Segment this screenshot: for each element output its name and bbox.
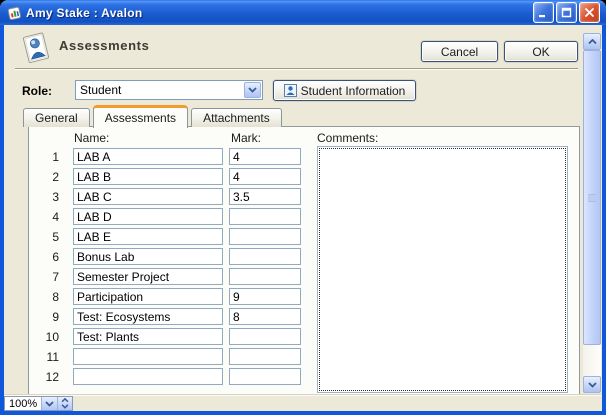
mark-input[interactable] bbox=[229, 328, 301, 345]
mark-input[interactable] bbox=[229, 228, 301, 245]
mark-input[interactable] bbox=[229, 248, 301, 265]
scroll-down-icon[interactable] bbox=[583, 376, 601, 393]
row-number: 8 bbox=[29, 290, 65, 304]
mark-input[interactable] bbox=[229, 308, 301, 325]
application-window: Amy Stake : Avalon bbox=[0, 0, 606, 415]
name-column-header: Name: bbox=[74, 131, 109, 145]
chevron-down-icon[interactable] bbox=[244, 82, 261, 98]
scroll-up-icon[interactable] bbox=[583, 33, 601, 50]
status-bar: 100% bbox=[4, 394, 602, 411]
row-number: 5 bbox=[29, 230, 65, 244]
table-row: 2 bbox=[29, 168, 301, 185]
mark-input[interactable] bbox=[229, 288, 301, 305]
row-number: 9 bbox=[29, 310, 65, 324]
title-bar[interactable]: Amy Stake : Avalon bbox=[0, 0, 606, 25]
role-select[interactable]: Student bbox=[75, 80, 263, 100]
window-title: Amy Stake : Avalon bbox=[26, 6, 143, 20]
cancel-button[interactable]: Cancel bbox=[421, 41, 498, 62]
name-input[interactable] bbox=[73, 308, 223, 325]
mark-input[interactable] bbox=[229, 148, 301, 165]
comments-input[interactable] bbox=[319, 148, 566, 391]
tab-attachments[interactable]: Attachments bbox=[191, 108, 282, 127]
zoom-stepper[interactable] bbox=[57, 397, 72, 410]
name-input[interactable] bbox=[73, 368, 223, 385]
table-row: 6 bbox=[29, 248, 301, 265]
row-number: 11 bbox=[29, 350, 65, 364]
comments-box bbox=[317, 146, 568, 393]
table-row: 1 bbox=[29, 148, 301, 165]
ok-button[interactable]: OK bbox=[504, 41, 578, 62]
vertical-scrollbar[interactable] bbox=[583, 33, 601, 393]
mark-input[interactable] bbox=[229, 348, 301, 365]
role-selected-value: Student bbox=[76, 83, 243, 97]
row-number: 1 bbox=[29, 150, 65, 164]
mark-input[interactable] bbox=[229, 368, 301, 385]
mark-column-header: Mark: bbox=[231, 131, 261, 145]
assessments-tab-panel: Name: Mark: Comments: 1 2 3 4 5 6 7 bbox=[28, 126, 580, 398]
scrollbar-thumb[interactable] bbox=[583, 50, 601, 345]
name-input[interactable] bbox=[73, 188, 223, 205]
row-number: 10 bbox=[29, 330, 65, 344]
zoom-widget: 100% bbox=[4, 396, 73, 411]
name-input[interactable] bbox=[73, 268, 223, 285]
tab-general[interactable]: General bbox=[23, 108, 90, 127]
row-number: 3 bbox=[29, 190, 65, 204]
comments-label: Comments: bbox=[317, 131, 378, 145]
name-input[interactable] bbox=[73, 288, 223, 305]
assessment-rows: 1 2 3 4 5 6 7 8 9 bbox=[29, 148, 301, 388]
table-row: 7 bbox=[29, 268, 301, 285]
table-row: 5 bbox=[29, 228, 301, 245]
name-input[interactable] bbox=[73, 148, 223, 165]
row-number: 2 bbox=[29, 170, 65, 184]
person-icon bbox=[284, 84, 297, 97]
header-divider bbox=[15, 68, 578, 70]
mark-input[interactable] bbox=[229, 268, 301, 285]
table-row: 12 bbox=[29, 368, 301, 385]
table-row: 4 bbox=[29, 208, 301, 225]
page-title: Assessments bbox=[59, 38, 149, 53]
mark-input[interactable] bbox=[229, 208, 301, 225]
zoom-level: 100% bbox=[5, 397, 41, 410]
app-icon bbox=[6, 5, 22, 21]
role-label: Role: bbox=[22, 84, 52, 98]
student-information-button[interactable]: Student Information bbox=[273, 80, 416, 101]
mark-input[interactable] bbox=[229, 188, 301, 205]
assessments-card-icon bbox=[18, 31, 52, 65]
zoom-dropdown-chevron-icon[interactable] bbox=[41, 397, 57, 410]
tab-strip: General Assessments Attachments bbox=[23, 104, 285, 127]
close-button[interactable] bbox=[579, 2, 600, 23]
dialog-content: Assessments Cancel OK Role: Student Stud… bbox=[4, 25, 602, 411]
table-row: 11 bbox=[29, 348, 301, 365]
minimize-button[interactable] bbox=[533, 2, 554, 23]
maximize-button[interactable] bbox=[556, 2, 577, 23]
row-number: 7 bbox=[29, 270, 65, 284]
name-input[interactable] bbox=[73, 348, 223, 365]
table-row: 9 bbox=[29, 308, 301, 325]
row-number: 6 bbox=[29, 250, 65, 264]
name-input[interactable] bbox=[73, 208, 223, 225]
name-input[interactable] bbox=[73, 248, 223, 265]
name-input[interactable] bbox=[73, 328, 223, 345]
student-information-label: Student Information bbox=[301, 84, 406, 98]
tab-assessments[interactable]: Assessments bbox=[93, 105, 188, 128]
table-row: 8 bbox=[29, 288, 301, 305]
row-number: 4 bbox=[29, 210, 65, 224]
row-number: 12 bbox=[29, 370, 65, 384]
table-row: 3 bbox=[29, 188, 301, 205]
name-input[interactable] bbox=[73, 228, 223, 245]
table-row: 10 bbox=[29, 328, 301, 345]
mark-input[interactable] bbox=[229, 168, 301, 185]
name-input[interactable] bbox=[73, 168, 223, 185]
